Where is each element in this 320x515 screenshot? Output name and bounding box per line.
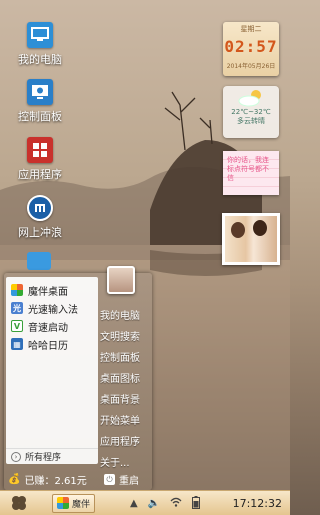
menu-item-quick-launch[interactable]: V 音速启动 bbox=[6, 317, 98, 335]
start-button[interactable] bbox=[0, 491, 38, 515]
desktop-icon-applications[interactable]: 应用程序 bbox=[10, 137, 70, 182]
restart-button[interactable]: ⏻ 重启 bbox=[100, 472, 139, 487]
mobanzhuomian-icon bbox=[11, 284, 23, 296]
menu-link-search[interactable]: 文明搜索 bbox=[100, 328, 150, 349]
clock-widget[interactable]: 星期二 02:57 2014年05月26日 bbox=[223, 22, 279, 76]
input-method-icon: 光 bbox=[11, 302, 23, 314]
tray-expand-icon[interactable]: ▲ bbox=[130, 498, 138, 509]
menu-item-label: 音速启动 bbox=[28, 322, 68, 334]
start-menu-footer: 💰 已赚：2.61元 ⏻ 重启 bbox=[4, 468, 152, 490]
chat-icon[interactable] bbox=[27, 252, 51, 270]
menu-item-input-method[interactable]: 光 光速输入法 bbox=[6, 299, 98, 317]
desktop-icon-browser[interactable]: 网上冲浪 bbox=[10, 195, 70, 240]
desktop-icon-my-computer[interactable]: 我的电脑 bbox=[10, 22, 70, 67]
arrow-right-icon: › bbox=[11, 451, 21, 462]
volume-icon[interactable]: 🔈 bbox=[148, 498, 160, 509]
quick-launch-icon: V bbox=[11, 320, 23, 332]
taskbar: 魔伴 ▲ 🔈 17:12:32 bbox=[0, 490, 290, 515]
clock-time: 02:57 bbox=[224, 37, 278, 56]
control-panel-icon bbox=[27, 79, 53, 105]
menu-link-applications[interactable]: 应用程序 bbox=[100, 433, 150, 454]
battery-icon[interactable] bbox=[192, 495, 201, 512]
menu-item-calendar[interactable]: ▦ 哈哈日历 bbox=[6, 335, 98, 353]
clock-date: 2014年05月26日 bbox=[226, 63, 276, 70]
cloud-sun-icon bbox=[238, 90, 261, 107]
money-bag-icon: 💰 bbox=[8, 473, 21, 485]
desktop-icon-label: 控制面板 bbox=[18, 110, 62, 123]
browser-icon bbox=[27, 195, 53, 221]
apps-grid-icon bbox=[27, 137, 53, 163]
all-programs-label: 所有程序 bbox=[25, 453, 62, 463]
weather-condition: 多云转晴 bbox=[237, 117, 265, 125]
menu-link-start-menu[interactable]: 开始菜单 bbox=[100, 412, 150, 433]
photo-image bbox=[225, 216, 277, 262]
earnings-display: 💰 已赚：2.61元 bbox=[4, 472, 100, 487]
all-programs-button[interactable]: › 所有程序 bbox=[6, 448, 98, 464]
moban-app-icon bbox=[57, 497, 69, 509]
desktop-icon-label: 应用程序 bbox=[18, 168, 62, 181]
photo-frame-widget[interactable] bbox=[222, 213, 280, 265]
calendar-icon: ▦ bbox=[11, 338, 23, 350]
desktop-icon-label: 我的电脑 bbox=[18, 53, 62, 66]
clock-day: 星期二 bbox=[240, 25, 262, 33]
menu-item-label: 魔伴桌面 bbox=[28, 286, 68, 298]
menu-link-my-computer[interactable]: 我的电脑 bbox=[100, 307, 150, 328]
desktop-icon-control-panel[interactable]: 控制面板 bbox=[10, 79, 70, 124]
taskbar-app-moban[interactable]: 魔伴 bbox=[52, 493, 96, 513]
user-avatar[interactable] bbox=[107, 266, 135, 294]
taskbar-clock[interactable]: 17:12:32 bbox=[233, 497, 282, 510]
start-menu-programs: 魔伴桌面 光 光速输入法 V 音速启动 ▦ 哈哈日历 › 所有程序 bbox=[6, 277, 98, 464]
sticky-note-widget[interactable]: 你的话，我连标点符号都不信 bbox=[223, 151, 279, 195]
restart-label: 重启 bbox=[119, 475, 139, 487]
earnings-label: 已赚：2.61元 bbox=[24, 475, 87, 487]
power-icon: ⏻ bbox=[104, 473, 115, 485]
weather-widget[interactable]: 22℃~32℃ 多云转晴 bbox=[223, 86, 279, 138]
wifi-icon[interactable] bbox=[170, 497, 182, 510]
start-menu: 魔伴桌面 光 光速输入法 V 音速启动 ▦ 哈哈日历 › 所有程序 我的电脑 文… bbox=[4, 273, 152, 490]
desktop-icon-label: 网上冲浪 bbox=[18, 226, 62, 239]
menu-item-label: 哈哈日历 bbox=[28, 340, 68, 352]
taskbar-app-label: 魔伴 bbox=[72, 499, 91, 510]
menu-link-control-panel[interactable]: 控制面板 bbox=[100, 349, 150, 370]
menu-link-desktop-icons[interactable]: 桌面图标 bbox=[100, 370, 150, 391]
monitor-icon bbox=[27, 22, 53, 48]
start-menu-system-links: 我的电脑 文明搜索 控制面板 桌面图标 桌面背景 开始菜单 应用程序 关于... bbox=[100, 307, 150, 475]
system-tray: ▲ 🔈 bbox=[130, 491, 210, 515]
menu-link-desktop-background[interactable]: 桌面背景 bbox=[100, 391, 150, 412]
menu-item-mobanzhuomian[interactable]: 魔伴桌面 bbox=[6, 281, 98, 299]
clover-start-icon bbox=[12, 496, 26, 510]
weather-temp: 22℃~32℃ bbox=[231, 108, 271, 116]
menu-item-label: 光速输入法 bbox=[28, 304, 78, 316]
note-text: 你的话，我连标点符号都不信 bbox=[227, 156, 269, 182]
